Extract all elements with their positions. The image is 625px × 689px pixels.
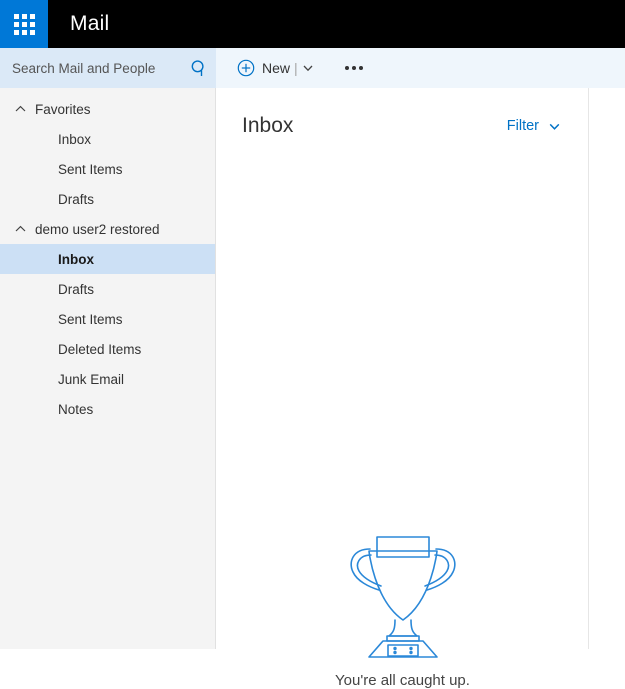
command-bar: New | [216, 48, 625, 88]
sidebar-item-junk-email[interactable]: Junk Email [0, 364, 215, 394]
sidebar-item-favorites-drafts[interactable]: Drafts [0, 184, 215, 214]
filter-label: Filter [506, 118, 539, 134]
sidebar-item-label: Sent Items [58, 161, 123, 177]
sidebar-item-sent-items[interactable]: Sent Items [0, 304, 215, 334]
page-title: Inbox [242, 114, 294, 137]
sidebar-item-label: Inbox [58, 251, 94, 267]
sidebar-group-favorites[interactable]: Favorites [0, 94, 215, 124]
search-box[interactable] [0, 48, 216, 88]
sidebar-item-notes[interactable]: Notes [0, 394, 215, 424]
app-launcher-waffle-icon [13, 13, 35, 35]
new-button-label: New [262, 60, 291, 76]
search-input[interactable] [12, 60, 189, 76]
sidebar-item-deleted-items[interactable]: Deleted Items [0, 334, 215, 364]
message-list-header: Inbox Filter [216, 106, 589, 146]
sidebar-item-favorites-sent-items[interactable]: Sent Items [0, 154, 215, 184]
title-bar: Mail [0, 0, 625, 48]
sidebar-item-label: Drafts [58, 281, 95, 297]
chevron-up-icon[interactable] [13, 222, 27, 236]
sidebar-item-label: Notes [58, 401, 94, 417]
sidebar-group-label: demo user2 restored [35, 221, 160, 237]
search-icon[interactable] [189, 58, 209, 78]
chevron-down-icon[interactable] [302, 62, 315, 75]
sidebar-item-drafts[interactable]: Drafts [0, 274, 215, 304]
empty-state: You're all caught up. [216, 528, 589, 689]
sidebar-item-label: Sent Items [58, 311, 123, 327]
app-title: Mail [70, 12, 110, 35]
sidebar-item-inbox[interactable]: Inbox [0, 244, 215, 274]
filter-button[interactable]: Filter [507, 118, 561, 134]
sidebar-item-favorites-inbox[interactable]: Inbox [0, 124, 215, 154]
sidebar-item-label: Junk Email [58, 371, 125, 387]
sidebar-item-label: Inbox [58, 131, 92, 147]
new-button-separator: | [294, 60, 298, 76]
reading-pane [590, 88, 625, 649]
sidebar-group-mailbox[interactable]: demo user2 restored [0, 214, 215, 244]
sidebar-item-label: Drafts [58, 191, 95, 207]
new-message-button[interactable]: New | [237, 53, 315, 83]
sidebar-group-label: Favorites [35, 101, 91, 117]
message-list-pane: Inbox Filter You're all caught up. [216, 88, 589, 689]
ellipsis-icon [344, 66, 363, 70]
folder-navigation-sidebar: Favorites Inbox Sent Items Drafts demo u… [0, 88, 216, 649]
empty-state-message: You're all caught up. [335, 672, 470, 689]
chevron-down-icon[interactable] [548, 120, 561, 133]
more-commands-button[interactable] [339, 53, 369, 83]
chevron-up-icon[interactable] [13, 102, 27, 116]
plus-circle-icon [237, 59, 255, 77]
trophy-icon [338, 528, 468, 658]
app-launcher-button[interactable] [0, 0, 48, 48]
sidebar-item-label: Deleted Items [58, 341, 142, 357]
